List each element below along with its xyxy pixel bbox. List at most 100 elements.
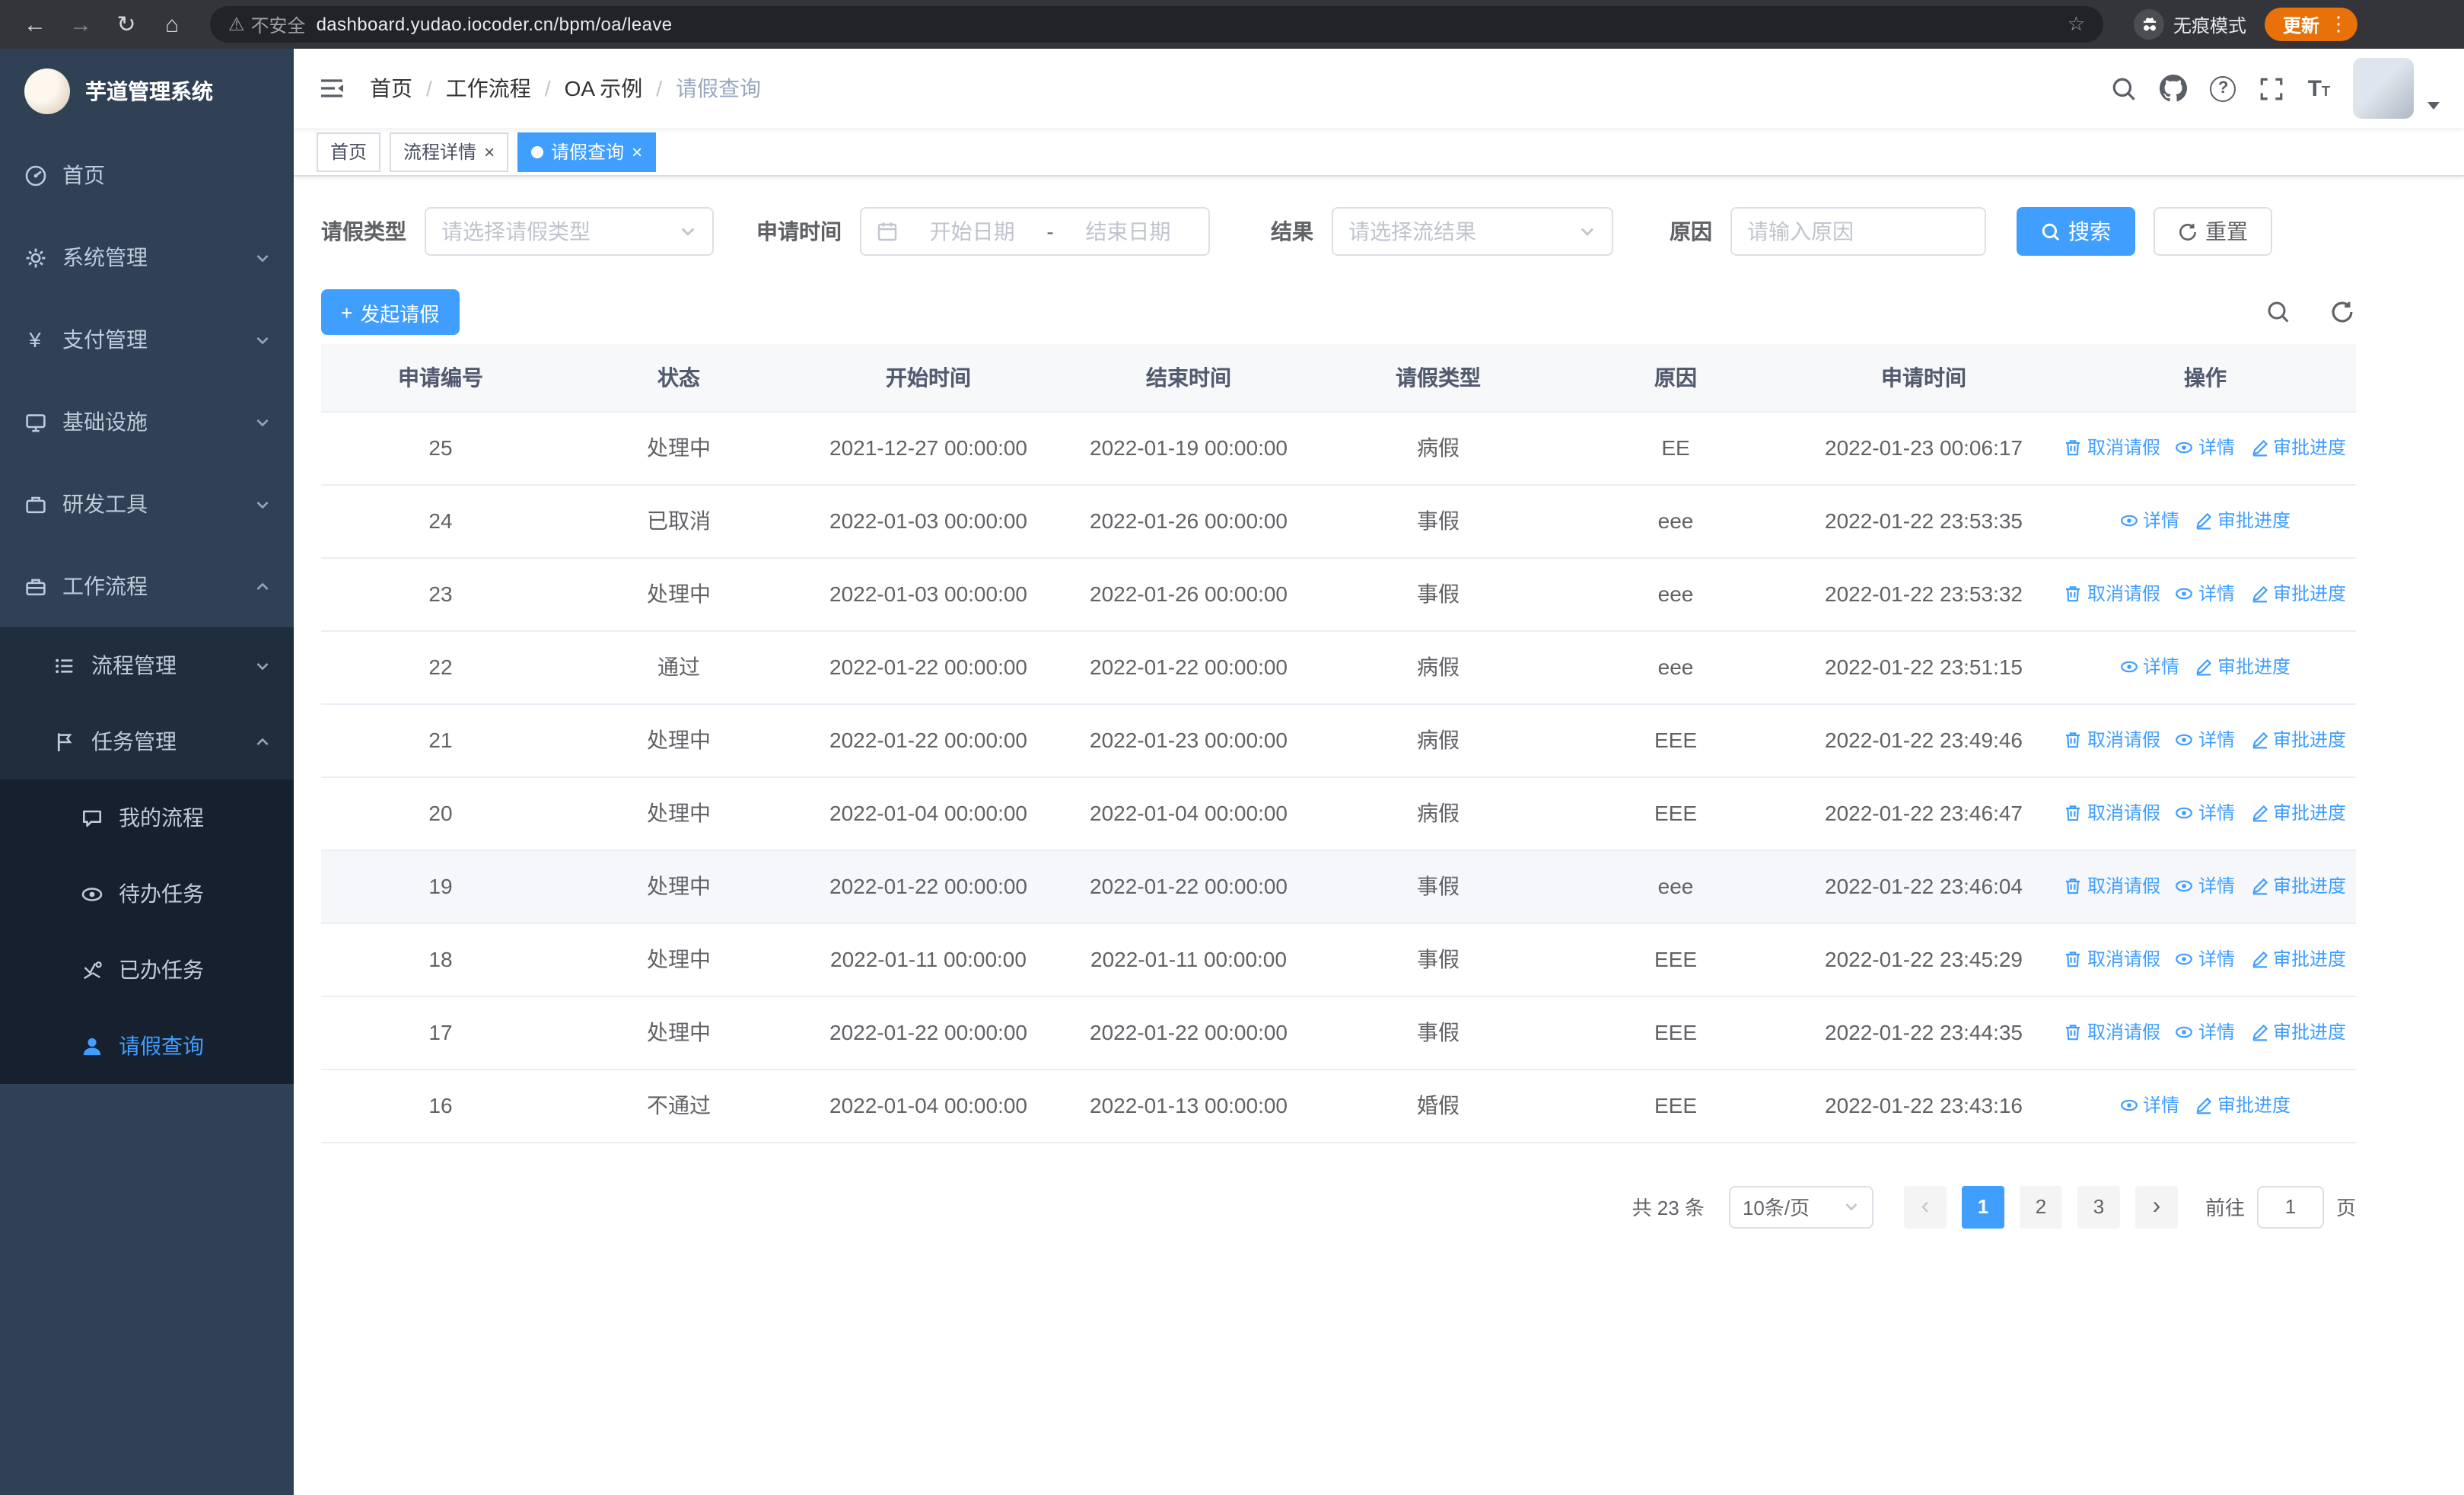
sidebar-item-done-tasks[interactable]: 已办任务 <box>0 932 294 1008</box>
sidebar-item-task-mgmt[interactable]: 任务管理 <box>0 703 294 779</box>
sidebar-item-process-mgmt[interactable]: 流程管理 <box>0 627 294 703</box>
approval-progress-link[interactable]: 审批进度 <box>2195 508 2291 534</box>
cancel-leave-link[interactable]: 取消请假 <box>2064 1019 2160 1045</box>
prev-page-button[interactable]: ‹ <box>1903 1185 1947 1228</box>
approval-progress-link[interactable]: 审批进度 <box>2250 1019 2346 1045</box>
edit-icon <box>2252 439 2268 456</box>
detail-link[interactable]: 详情 <box>2176 435 2235 461</box>
cancel-leave-link[interactable]: 取消请假 <box>2064 873 2160 899</box>
sidebar-item-workflow[interactable]: 工作流程 <box>0 545 294 627</box>
bookmark-star-icon[interactable]: ☆ <box>2068 12 2085 37</box>
reload-icon[interactable]: ↻ <box>107 5 146 44</box>
security-warning[interactable]: ⚠ 不安全 <box>228 11 306 37</box>
sidebar-item-devtools[interactable]: 研发工具 <box>0 463 294 545</box>
leave-type-select[interactable]: 请选择请假类型 <box>425 207 714 256</box>
sidebar-item-payment[interactable]: ¥ 支付管理 <box>0 298 294 381</box>
page-button-1[interactable]: 1 <box>1961 1185 2004 1228</box>
toggle-search-icon[interactable] <box>2265 300 2292 324</box>
cancel-leave-link[interactable]: 取消请假 <box>2064 435 2160 461</box>
cell-start-time: 2021-12-27 00:00:00 <box>797 411 1059 485</box>
detail-link[interactable]: 详情 <box>2120 1092 2179 1118</box>
sidebar-item-todo-tasks[interactable]: 待办任务 <box>0 856 294 932</box>
date-range-picker[interactable]: 开始日期 - 结束日期 <box>860 207 1210 256</box>
detail-link[interactable]: 详情 <box>2120 508 2179 534</box>
cell-end-time: 2022-01-22 00:00:00 <box>1059 630 1318 704</box>
approval-progress-link[interactable]: 审批进度 <box>2195 654 2291 680</box>
cell-id: 24 <box>321 484 560 558</box>
avatar-caret-icon[interactable] <box>2427 102 2440 110</box>
user-avatar[interactable] <box>2353 58 2414 119</box>
sidebar-toggle-icon[interactable] <box>318 75 345 102</box>
back-icon[interactable]: ← <box>15 5 55 44</box>
sidebar-item-label: 流程管理 <box>91 653 177 677</box>
col-header-type: 请假类型 <box>1318 344 1558 412</box>
create-leave-button[interactable]: + 发起请假 <box>321 289 460 335</box>
font-size-icon[interactable]: TT <box>2308 75 2330 101</box>
result-select[interactable]: 请选择流结果 <box>1332 207 1613 256</box>
detail-link[interactable]: 详情 <box>2176 581 2235 607</box>
detail-link[interactable]: 详情 <box>2120 654 2179 680</box>
next-page-button[interactable]: › <box>2135 1185 2178 1228</box>
github-icon[interactable] <box>2160 75 2188 102</box>
sidebar-item-home[interactable]: 首页 <box>0 134 294 216</box>
cell-status: 处理中 <box>560 703 797 777</box>
breadcrumb-item[interactable]: OA 示例 <box>565 73 643 104</box>
breadcrumb-item[interactable]: 首页 <box>370 73 412 104</box>
help-icon[interactable]: ? <box>2210 75 2236 101</box>
approval-progress-link[interactable]: 审批进度 <box>2250 873 2346 899</box>
tab-home[interactable]: 首页 <box>317 132 381 171</box>
col-header-operations: 操作 <box>2055 344 2356 412</box>
update-button[interactable]: 更新 ⋮ <box>2265 8 2358 41</box>
sidebar-item-system[interactable]: 系统管理 <box>0 216 294 298</box>
sidebar-item-infra[interactable]: 基础设施 <box>0 381 294 463</box>
approval-progress-link[interactable]: 审批进度 <box>2250 581 2346 607</box>
page-button-3[interactable]: 3 <box>2077 1185 2120 1228</box>
approval-progress-link[interactable]: 审批进度 <box>2250 946 2346 972</box>
close-icon[interactable]: × <box>484 142 495 161</box>
approval-progress-link[interactable]: 审批进度 <box>2195 1092 2291 1118</box>
col-header-start: 开始时间 <box>797 344 1059 412</box>
detail-link[interactable]: 详情 <box>2176 1019 2235 1045</box>
search-button[interactable]: 搜索 <box>2017 207 2135 256</box>
cell-apply-time: 2022-01-22 23:43:16 <box>1793 1069 2055 1143</box>
edit-icon <box>2196 658 2212 675</box>
approval-progress-link[interactable]: 审批进度 <box>2250 727 2346 753</box>
home-icon[interactable]: ⌂ <box>152 5 192 44</box>
cancel-leave-link[interactable]: 取消请假 <box>2064 946 2160 972</box>
goto-page-input[interactable] <box>2256 1185 2324 1228</box>
monitor-icon <box>23 410 47 433</box>
tab-leave-query[interactable]: 请假查询 × <box>517 132 657 171</box>
cancel-leave-link[interactable]: 取消请假 <box>2064 727 2160 753</box>
refresh-icon[interactable] <box>2329 300 2356 324</box>
sidebar-item-my-processes[interactable]: 我的流程 <box>0 779 294 856</box>
edit-icon <box>2252 878 2268 894</box>
page-size-select[interactable]: 10条/页 <box>1728 1185 1873 1228</box>
cancel-leave-link[interactable]: 取消请假 <box>2064 800 2160 826</box>
tab-process-detail[interactable]: 流程详情 × <box>390 132 509 171</box>
page-button-2[interactable]: 2 <box>2019 1185 2062 1228</box>
approval-progress-link[interactable]: 审批进度 <box>2250 800 2346 826</box>
cell-id: 19 <box>321 850 560 923</box>
approval-progress-link[interactable]: 审批进度 <box>2250 435 2346 461</box>
cell-status: 处理中 <box>560 776 797 850</box>
cancel-leave-link[interactable]: 取消请假 <box>2064 581 2160 607</box>
briefcase-icon <box>23 492 47 515</box>
detail-link[interactable]: 详情 <box>2176 946 2235 972</box>
edit-icon <box>2252 585 2268 602</box>
forward-icon[interactable]: → <box>61 5 100 44</box>
close-icon[interactable]: × <box>632 142 642 161</box>
browser-menu-icon[interactable]: ⋮ <box>2329 12 2348 37</box>
detail-link[interactable]: 详情 <box>2176 873 2235 899</box>
reset-button[interactable]: 重置 <box>2154 207 2272 256</box>
reason-input[interactable]: 请输入原因 <box>1730 207 1986 256</box>
cell-id: 17 <box>321 996 560 1069</box>
fullscreen-icon[interactable] <box>2259 75 2285 101</box>
logo[interactable]: 芋道管理系统 <box>0 49 294 134</box>
detail-link[interactable]: 详情 <box>2176 800 2235 826</box>
breadcrumb-item[interactable]: 工作流程 <box>446 73 531 104</box>
detail-link[interactable]: 详情 <box>2176 727 2235 753</box>
address-bar[interactable]: ⚠ 不安全 dashboard.yudao.iocoder.cn/bpm/oa/l… <box>210 6 2103 43</box>
cell-leave-type: 婚假 <box>1318 1069 1558 1143</box>
search-icon[interactable] <box>2112 75 2138 101</box>
sidebar-item-leave-query[interactable]: 请假查询 <box>0 1008 294 1084</box>
